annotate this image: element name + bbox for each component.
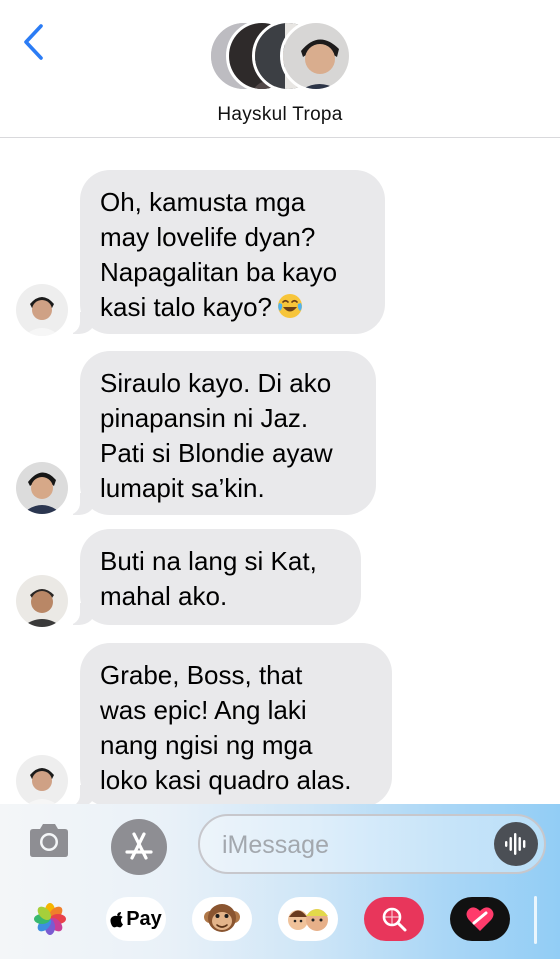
message-text-line: Grabe, Boss, that bbox=[100, 660, 303, 690]
app-store-icon bbox=[125, 832, 153, 860]
message-text-line: Oh, kamusta mga bbox=[100, 187, 306, 217]
message-row: Buti na lang si Kat, mahal ako. bbox=[0, 529, 560, 629]
message-text-line: mahal ako. bbox=[100, 581, 228, 611]
app-strip-divider bbox=[534, 896, 537, 944]
sender-avatar[interactable] bbox=[16, 755, 68, 804]
imessage-input[interactable] bbox=[222, 826, 482, 864]
image-search-app-button[interactable] bbox=[364, 896, 424, 942]
apple-pay-button[interactable]: Pay bbox=[106, 896, 166, 942]
message-text-line: kasi talo kayo? bbox=[100, 292, 272, 322]
message-bubble[interactable]: Siraulo kayo. Di ako pinapansin ni Jaz. … bbox=[68, 351, 376, 515]
message-row: Grabe, Boss, that was epic! Ang laki nan… bbox=[0, 643, 560, 804]
message-text-line: loko kasi quadro alas. bbox=[100, 765, 352, 795]
message-text-line: Siraulo kayo. Di ako bbox=[100, 368, 332, 398]
group-member-avatar bbox=[280, 20, 352, 92]
message-thread[interactable]: Oh, kamusta mga may lovelife dyan? Napag… bbox=[0, 139, 560, 804]
digital-touch-app-button[interactable] bbox=[450, 896, 510, 942]
photos-icon bbox=[34, 903, 66, 935]
animoji-app-button[interactable] bbox=[192, 896, 252, 942]
memoji-icon bbox=[278, 897, 338, 941]
message-text-line: pinapansin ni Jaz. bbox=[100, 403, 309, 433]
camera-button[interactable] bbox=[26, 818, 72, 864]
chevron-left-icon bbox=[24, 24, 43, 60]
group-avatar-stack[interactable] bbox=[208, 20, 354, 92]
message-bubble[interactable]: Buti na lang si Kat, mahal ako. bbox=[68, 529, 361, 625]
audio-waveform-icon bbox=[505, 833, 526, 855]
imessage-app-strip: Pay bbox=[0, 888, 560, 954]
app-store-button[interactable] bbox=[111, 819, 167, 875]
conversation-header: Hayskul Tropa bbox=[0, 0, 560, 138]
message-text-line: Buti na lang si Kat, bbox=[100, 546, 317, 576]
audio-message-button[interactable] bbox=[494, 822, 538, 866]
message-text-line: Pati si Blondie ayaw bbox=[100, 438, 333, 468]
message-text-line: Napagalitan ba kayo bbox=[100, 257, 338, 287]
message-bubble[interactable]: Oh, kamusta mga may lovelife dyan? Napag… bbox=[68, 170, 385, 334]
message-row: Siraulo kayo. Di ako pinapansin ni Jaz. … bbox=[0, 351, 560, 517]
message-row: Oh, kamusta mga may lovelife dyan? Napag… bbox=[0, 170, 560, 336]
camera-icon bbox=[30, 824, 68, 857]
message-text-line: was epic! Ang laki bbox=[100, 695, 307, 725]
apple-pay-icon: Pay bbox=[106, 897, 166, 941]
message-composer: Pay bbox=[0, 804, 560, 959]
message-text-line: nang ngisi ng mga bbox=[100, 730, 313, 760]
photos-app-button[interactable] bbox=[20, 896, 80, 942]
monkey-animoji-icon bbox=[192, 897, 252, 941]
face-with-tears-of-joy-icon bbox=[277, 294, 302, 318]
memoji-app-button[interactable] bbox=[278, 896, 338, 942]
image-search-icon bbox=[364, 897, 424, 941]
sender-avatar[interactable] bbox=[16, 462, 68, 514]
message-text-line: lumapit sa’kin. bbox=[100, 473, 265, 503]
apple-pay-label: Pay bbox=[126, 907, 162, 930]
sender-avatar[interactable] bbox=[16, 575, 68, 627]
back-button[interactable] bbox=[14, 22, 54, 62]
sender-avatar[interactable] bbox=[16, 284, 68, 336]
imessage-field[interactable] bbox=[198, 814, 546, 874]
group-name: Hayskul Tropa bbox=[217, 104, 343, 125]
message-text-line: may lovelife dyan? bbox=[100, 222, 316, 252]
heart-icon bbox=[450, 897, 510, 941]
message-bubble[interactable]: Grabe, Boss, that was epic! Ang laki nan… bbox=[68, 643, 392, 804]
